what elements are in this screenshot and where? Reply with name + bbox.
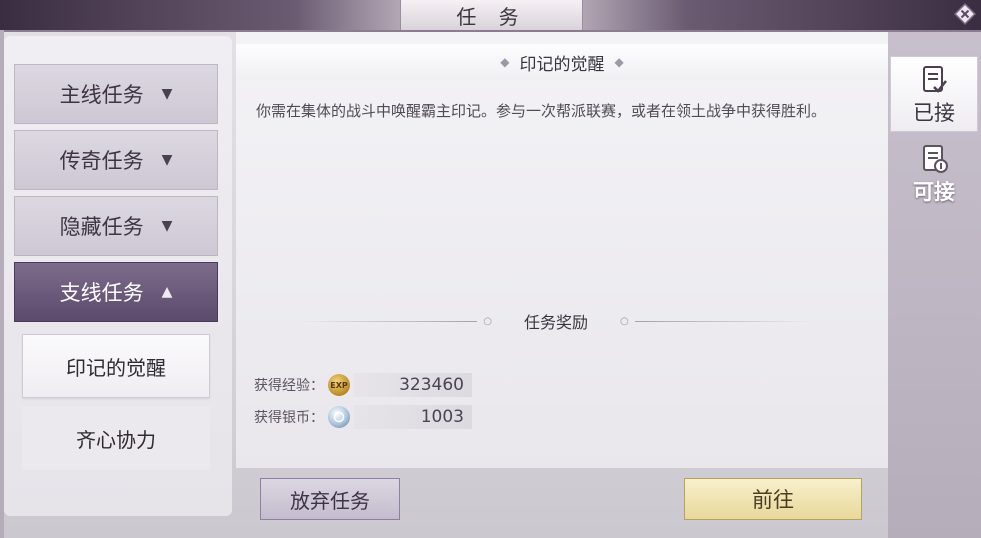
reward-label: 获得经验： bbox=[254, 378, 324, 394]
category-side-quest[interactable]: 支线任务 ▲ bbox=[14, 262, 218, 322]
category-label: 隐藏任务 bbox=[59, 215, 144, 239]
chevron-down-icon: ▼ bbox=[161, 86, 173, 102]
window-title: 任 务 bbox=[400, 0, 583, 30]
tab-label: 可接 bbox=[913, 180, 955, 204]
go-button[interactable]: 前往 bbox=[684, 478, 862, 520]
ornament-icon: ○ bbox=[483, 315, 492, 327]
category-panel: 主线任务 ▼ 传奇任务 ▼ 隐藏任务 ▼ 支线任务 ▲ 印记的觉醒 齐心协力 bbox=[4, 36, 232, 516]
divider bbox=[634, 320, 817, 322]
category-legend-quest[interactable]: 传奇任务 ▼ bbox=[14, 130, 218, 190]
ornament-icon: ○ bbox=[620, 315, 629, 327]
close-button[interactable] bbox=[953, 2, 977, 26]
reward-row-exp: 获得经验： EXP 323460 bbox=[254, 372, 472, 398]
exp-icon: EXP bbox=[328, 374, 350, 396]
quest-list-item-label: 印记的觉醒 bbox=[66, 355, 166, 380]
tab-accepted[interactable]: 已接 bbox=[890, 56, 978, 132]
tab-label: 已接 bbox=[913, 101, 955, 125]
quest-detail-panel: ◆ 印记的觉醒 ◆ 你需在集体的战斗中唤醒霸主印记。参与一次帮派联赛，或者在领土… bbox=[236, 32, 888, 468]
quest-list-item[interactable]: 齐心协力 bbox=[22, 406, 210, 470]
reward-value: 1003 bbox=[354, 405, 472, 429]
category-label: 主线任务 bbox=[59, 83, 144, 107]
close-icon bbox=[954, 3, 976, 25]
quest-title-bar: ◆ 印记的觉醒 ◆ bbox=[236, 44, 888, 80]
reward-value: 323460 bbox=[354, 373, 472, 397]
quest-list-item-label: 齐心协力 bbox=[76, 427, 156, 452]
diamond-icon: ◆ bbox=[614, 55, 624, 69]
available-scroll-icon bbox=[923, 145, 948, 173]
diamond-icon: ◆ bbox=[500, 55, 510, 69]
category-hidden-quest[interactable]: 隐藏任务 ▼ bbox=[14, 196, 218, 256]
reward-row-silver: 获得银币： 1003 bbox=[254, 404, 472, 430]
abandon-quest-button[interactable]: 放弃任务 bbox=[260, 478, 400, 520]
reward-label: 获得银币： bbox=[254, 410, 324, 426]
reward-title: 任务奖励 bbox=[524, 313, 589, 332]
chevron-up-icon: ▲ bbox=[161, 284, 173, 300]
accepted-scroll-icon bbox=[923, 66, 947, 93]
category-label: 支线任务 bbox=[59, 281, 144, 305]
silver-coin-icon bbox=[328, 406, 350, 428]
chevron-down-icon: ▼ bbox=[161, 152, 173, 168]
tab-available[interactable]: 可接 bbox=[890, 140, 978, 210]
divider bbox=[296, 320, 478, 322]
quest-window: 任 务 主线任务 ▼ 传奇任务 ▼ 隐藏任务 ▼ 支线任务 ▲ 印记的觉醒 齐心… bbox=[0, 0, 981, 538]
quest-title: 印记的觉醒 bbox=[519, 54, 605, 75]
quest-description: 你需在集体的战斗中唤醒霸主印记。参与一次帮派联赛，或者在领土战争中获得胜利。 bbox=[256, 102, 827, 120]
reward-header: ○ 任务奖励 ○ bbox=[296, 308, 817, 334]
title-bar: 任 务 bbox=[0, 0, 981, 32]
chevron-down-icon: ▼ bbox=[161, 218, 173, 234]
quest-list-item[interactable]: 印记的觉醒 bbox=[22, 334, 210, 398]
category-label: 传奇任务 bbox=[59, 149, 144, 173]
category-main-quest[interactable]: 主线任务 ▼ bbox=[14, 64, 218, 124]
